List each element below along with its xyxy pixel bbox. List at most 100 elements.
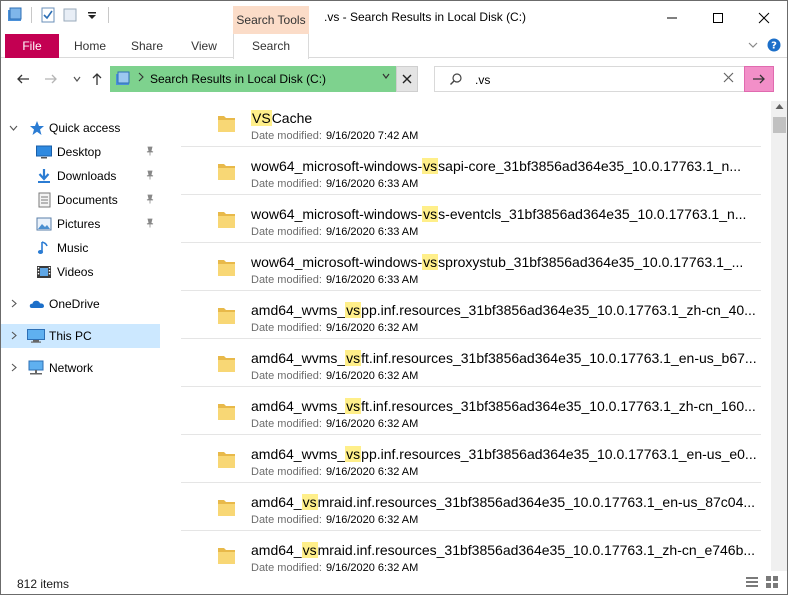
title-bar: Search Tools .vs - Search Results in Loc… [1, 1, 787, 34]
list-item[interactable]: amd64_vsmraid.inf.resources_31bf3856ad36… [181, 483, 761, 531]
search-match-highlight: vs [345, 350, 362, 366]
file-name[interactable]: amd64_vsmraid.inf.resources_31bf3856ad36… [251, 542, 755, 558]
tab-search[interactable]: Search [233, 34, 309, 59]
maximize-button[interactable] [695, 1, 741, 34]
forward-button[interactable] [41, 69, 61, 89]
minimize-button[interactable] [649, 1, 695, 34]
folder-icon [217, 160, 237, 182]
sidebar-item-this-pc[interactable]: This PC [1, 324, 160, 348]
search-results-icon [115, 71, 131, 90]
details-view-icon[interactable] [745, 575, 759, 592]
sidebar-item-network[interactable]: Network [1, 356, 160, 380]
pin-icon[interactable] [145, 170, 155, 183]
file-name[interactable]: wow64_microsoft-windows-vssapi-core_31bf… [251, 158, 741, 174]
tab-file[interactable]: File [5, 34, 59, 58]
list-item[interactable]: amd64_wvms_vsft.inf.resources_31bf3856ad… [181, 387, 761, 435]
search-match-highlight: vs [345, 446, 362, 462]
sidebar-item-onedrive[interactable]: OneDrive [1, 292, 160, 316]
sidebar-item-desktop[interactable]: Desktop [1, 140, 160, 164]
address-bar[interactable]: Search Results in Local Disk (C:) [110, 66, 406, 92]
properties-icon[interactable] [40, 7, 56, 23]
list-item[interactable]: VSCache Date modified: 9/16/2020 7:42 AM [181, 101, 761, 147]
tab-view[interactable]: View [183, 34, 225, 58]
stop-search-button[interactable] [396, 66, 418, 92]
toolbar-divider [31, 7, 32, 23]
help-icon[interactable]: ? [767, 38, 781, 55]
pin-icon[interactable] [145, 218, 155, 231]
chevron-right-icon[interactable] [9, 299, 18, 310]
chevron-down-icon[interactable] [9, 123, 18, 134]
pin-icon[interactable] [145, 146, 155, 159]
file-name[interactable]: VSCache [251, 110, 312, 126]
list-item[interactable]: amd64_wvms_vsft.inf.resources_31bf3856ad… [181, 339, 761, 387]
sidebar-item-music[interactable]: Music [1, 236, 160, 260]
date-modified-label: Date modified: [251, 514, 322, 526]
computer-icon [27, 328, 45, 344]
large-icons-view-icon[interactable] [765, 575, 779, 592]
sidebar-item-pictures[interactable]: Pictures [1, 212, 160, 236]
sidebar-item-documents[interactable]: Documents [1, 188, 160, 212]
sidebar-item-label: Pictures [57, 217, 101, 231]
search-input[interactable]: .vs [475, 73, 490, 87]
back-button[interactable] [13, 69, 33, 89]
sidebar-item-downloads[interactable]: Downloads [1, 164, 160, 188]
arrow-up-icon [92, 73, 102, 85]
tab-home[interactable]: Home [67, 34, 113, 58]
file-name[interactable]: amd64_wvms_vsft.inf.resources_31bf3856ad… [251, 350, 757, 366]
search-match-highlight: VS [251, 110, 272, 126]
window-title: .vs - Search Results in Local Disk (C:) [324, 10, 527, 24]
date-modified-label: Date modified: [251, 130, 322, 142]
folder-window-icon [7, 7, 23, 23]
folder-icon [217, 400, 237, 422]
file-name[interactable]: amd64_wvms_vsft.inf.resources_31bf3856ad… [251, 398, 756, 414]
search-match-highlight: vs [345, 398, 362, 414]
sidebar-item-label: This PC [49, 329, 92, 343]
file-name[interactable]: amd64_wvms_vspp.inf.resources_31bf3856ad… [251, 302, 756, 318]
list-item[interactable]: wow64_microsoft-windows-vss-eventcls_31b… [181, 195, 761, 243]
file-name-prefix: wow64_microsoft-windows- [251, 206, 423, 222]
clear-search-button[interactable] [723, 70, 734, 88]
scrollbar-thumb[interactable] [773, 117, 786, 133]
expand-ribbon-icon[interactable] [747, 39, 759, 54]
date-modified-label: Date modified: [251, 322, 322, 334]
file-name[interactable]: wow64_microsoft-windows-vssproxystub_31b… [251, 254, 743, 270]
close-button[interactable] [741, 1, 787, 34]
sidebar-item-label: Quick access [49, 121, 121, 135]
list-item[interactable]: amd64_wvms_vspp.inf.resources_31bf3856ad… [181, 291, 761, 339]
up-button[interactable] [87, 69, 107, 89]
chevron-right-icon[interactable] [9, 363, 18, 374]
sidebar-item-quick-access[interactable]: Quick access [1, 116, 160, 140]
sidebar-item-videos[interactable]: Videos [1, 260, 160, 284]
tab-share[interactable]: Share [125, 34, 169, 58]
folder-icon [217, 352, 237, 374]
file-meta: Date modified: 9/16/2020 6:33 AM [251, 178, 418, 190]
file-name[interactable]: amd64_vsmraid.inf.resources_31bf3856ad36… [251, 494, 755, 510]
chevron-right-icon[interactable] [9, 331, 18, 342]
date-modified-value: 9/16/2020 6:33 AM [325, 178, 419, 190]
documents-icon [36, 192, 52, 208]
file-name[interactable]: wow64_microsoft-windows-vss-eventcls_31b… [251, 206, 746, 222]
breadcrumb-separator-icon[interactable] [137, 72, 145, 85]
arrow-right-icon [753, 74, 765, 84]
list-item[interactable]: amd64_wvms_vspp.inf.resources_31bf3856ad… [181, 435, 761, 483]
scroll-up-icon[interactable] [775, 103, 784, 112]
customize-toolbar-icon[interactable] [84, 7, 100, 23]
search-results-list: VSCache Date modified: 9/16/2020 7:42 AM wo… [171, 101, 771, 571]
recent-locations-button[interactable] [67, 69, 87, 89]
pin-icon[interactable] [145, 194, 155, 207]
search-box[interactable]: .vs [434, 66, 774, 92]
vertical-scrollbar[interactable] [771, 101, 787, 571]
address-dropdown-icon[interactable] [381, 71, 391, 84]
file-name-suffix: mraid.inf.resources_31bf3856ad364e35_10.… [317, 542, 756, 558]
file-meta: Date modified: 9/16/2020 6:32 AM [251, 562, 418, 571]
file-name[interactable]: amd64_wvms_vspp.inf.resources_31bf3856ad… [251, 446, 757, 462]
list-item[interactable]: wow64_microsoft-windows-vssproxystub_31b… [181, 243, 761, 291]
list-item[interactable]: amd64_vsmraid.inf.resources_31bf3856ad36… [181, 531, 761, 571]
search-go-button[interactable] [744, 66, 774, 92]
new-folder-icon[interactable] [62, 7, 78, 23]
list-item[interactable]: wow64_microsoft-windows-vssapi-core_31bf… [181, 147, 761, 195]
date-modified-label: Date modified: [251, 418, 322, 430]
search-match-highlight: vs [422, 206, 439, 222]
breadcrumb[interactable]: Search Results in Local Disk (C:) [150, 72, 326, 86]
file-name-suffix: pp.inf.resources_31bf3856ad364e35_10.0.1… [361, 302, 756, 318]
